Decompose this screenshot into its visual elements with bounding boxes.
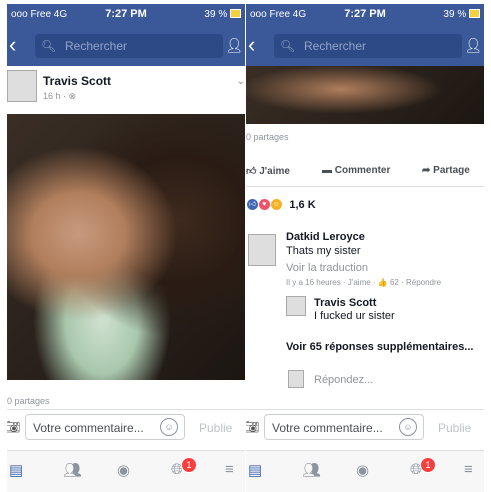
search-icon: 🔍︎ — [280, 39, 296, 53]
post-author[interactable]: Travis Scott — [43, 74, 111, 88]
status-bar: ooo Free 4G 7:27 PM 39 % — [7, 4, 245, 26]
shares-count[interactable]: 0 partages — [7, 396, 50, 406]
more-replies-link[interactable]: Voir 65 réponses supplémentaires... — [286, 341, 473, 353]
like-button[interactable]: 👍︎ J'aime — [246, 165, 290, 177]
battery: 39 % — [443, 9, 480, 20]
comment-input[interactable]: Votre commentaire... ☺ — [264, 414, 424, 440]
avatar — [288, 370, 304, 388]
love-reaction-icon: ♥ — [257, 198, 271, 211]
chevron-down-icon[interactable]: ⌄ — [237, 76, 245, 87]
back-icon[interactable]: ‹ — [248, 33, 255, 57]
reactions-summary[interactable]: 👍︎ ♥ ☺ 1,6 K — [246, 198, 316, 211]
tab-bar: ▤ 👥︎ ◉ 🌐︎ 1 ≡ — [7, 450, 245, 492]
globe-icon[interactable]: 🌐︎ 1 — [171, 457, 197, 478]
battery-icon — [230, 9, 241, 18]
shares-count[interactable]: 0 partages — [246, 132, 289, 142]
friends-icon[interactable]: 👤︎ — [225, 37, 243, 54]
friends-icon[interactable]: 👤︎ — [464, 37, 482, 54]
reply-author[interactable]: Travis Scott — [314, 297, 376, 309]
search-icon: 🔍︎ — [41, 39, 57, 53]
comment-icon: ▬ — [322, 165, 332, 176]
search-placeholder: Rechercher — [65, 39, 128, 53]
publish-button[interactable]: Publie — [438, 421, 471, 435]
notification-badge: 1 — [181, 457, 197, 473]
haha-reaction-icon: ☺ — [269, 198, 283, 211]
publish-button[interactable]: Publie — [199, 421, 232, 435]
messenger-icon[interactable]: ◉ — [356, 461, 369, 479]
search-placeholder: Rechercher — [304, 39, 367, 53]
comment-placeholder: Votre commentaire... — [272, 421, 383, 435]
search-bar: ‹ 🔍︎ Rechercher 👤︎ — [7, 26, 245, 66]
reactions-count: 1,6 K — [289, 198, 316, 211]
battery-icon — [469, 9, 480, 18]
status-bar: ooo Free 4G 7:27 PM 39 % — [246, 4, 484, 26]
tab-bar: ▤ 👥︎ ◉ 🌐︎ 1 ≡ — [246, 450, 484, 492]
messenger-icon[interactable]: ◉ — [117, 461, 130, 479]
comment-placeholder: Votre commentaire... — [33, 421, 144, 435]
camera-icon[interactable]: 📷︎ — [246, 420, 259, 434]
emoji-icon[interactable]: ☺ — [399, 418, 417, 436]
globe-icon[interactable]: 🌐︎ 1 — [410, 457, 436, 478]
battery: 39 % — [204, 9, 241, 20]
translate-link[interactable]: Voir la traduction — [286, 262, 368, 274]
comment-input[interactable]: Votre commentaire... ☺ — [25, 414, 185, 440]
news-feed-icon[interactable]: ▤ — [9, 461, 23, 479]
comment-author[interactable]: Datkid Leroyce — [286, 231, 365, 243]
notification-badge: 1 — [420, 457, 436, 473]
reply-input[interactable]: Répondez... — [314, 374, 373, 386]
comment-composer: 📷︎ Votre commentaire... ☺ Publie — [246, 409, 484, 446]
post-actions: 👍︎ J'aime ▬ Commenter ➦ Partage — [246, 156, 484, 187]
back-icon[interactable]: ‹ — [9, 33, 16, 57]
avatar[interactable] — [248, 234, 276, 266]
search-input[interactable]: 🔍︎ Rechercher — [35, 34, 223, 58]
comment-button[interactable]: ▬ Commenter — [322, 165, 390, 176]
post-meta: 16 h · ⊗ — [43, 91, 77, 101]
reply-text: I fucked ur sister — [314, 310, 395, 322]
search-input[interactable]: 🔍︎ Rechercher — [274, 34, 462, 58]
comment-composer: 📷︎ Votre commentaire... ☺ Publie — [7, 409, 245, 446]
comment-meta: Il y a 16 heures · J'aime · 👍 62 · Répon… — [286, 278, 442, 287]
share-button[interactable]: ➦ Partage — [422, 165, 470, 176]
news-feed-icon[interactable]: ▤ — [248, 461, 262, 479]
camera-icon[interactable]: 📷︎ — [7, 420, 20, 434]
friends-tab-icon[interactable]: 👥︎ — [63, 461, 82, 479]
avatar[interactable] — [286, 296, 306, 316]
share-icon: ➦ — [422, 165, 431, 176]
avatar[interactable] — [7, 70, 37, 102]
emoji-icon[interactable]: ☺ — [160, 418, 178, 436]
post-photo[interactable] — [246, 66, 484, 124]
menu-icon[interactable]: ≡ — [225, 461, 234, 478]
like-icon: 👍︎ — [246, 166, 257, 177]
search-bar: ‹ 🔍︎ Rechercher 👤︎ — [246, 26, 484, 66]
menu-icon[interactable]: ≡ — [464, 461, 473, 478]
post-photo[interactable] — [7, 114, 245, 380]
left-screenshot: ooo Free 4G 7:27 PM 39 % ‹ 🔍︎ Rechercher… — [7, 4, 245, 492]
friends-tab-icon[interactable]: 👥︎ — [302, 461, 321, 479]
comment-text: Thats my sister — [286, 245, 361, 257]
right-screenshot: ooo Free 4G 7:27 PM 39 % ‹ 🔍︎ Rechercher… — [246, 4, 484, 492]
